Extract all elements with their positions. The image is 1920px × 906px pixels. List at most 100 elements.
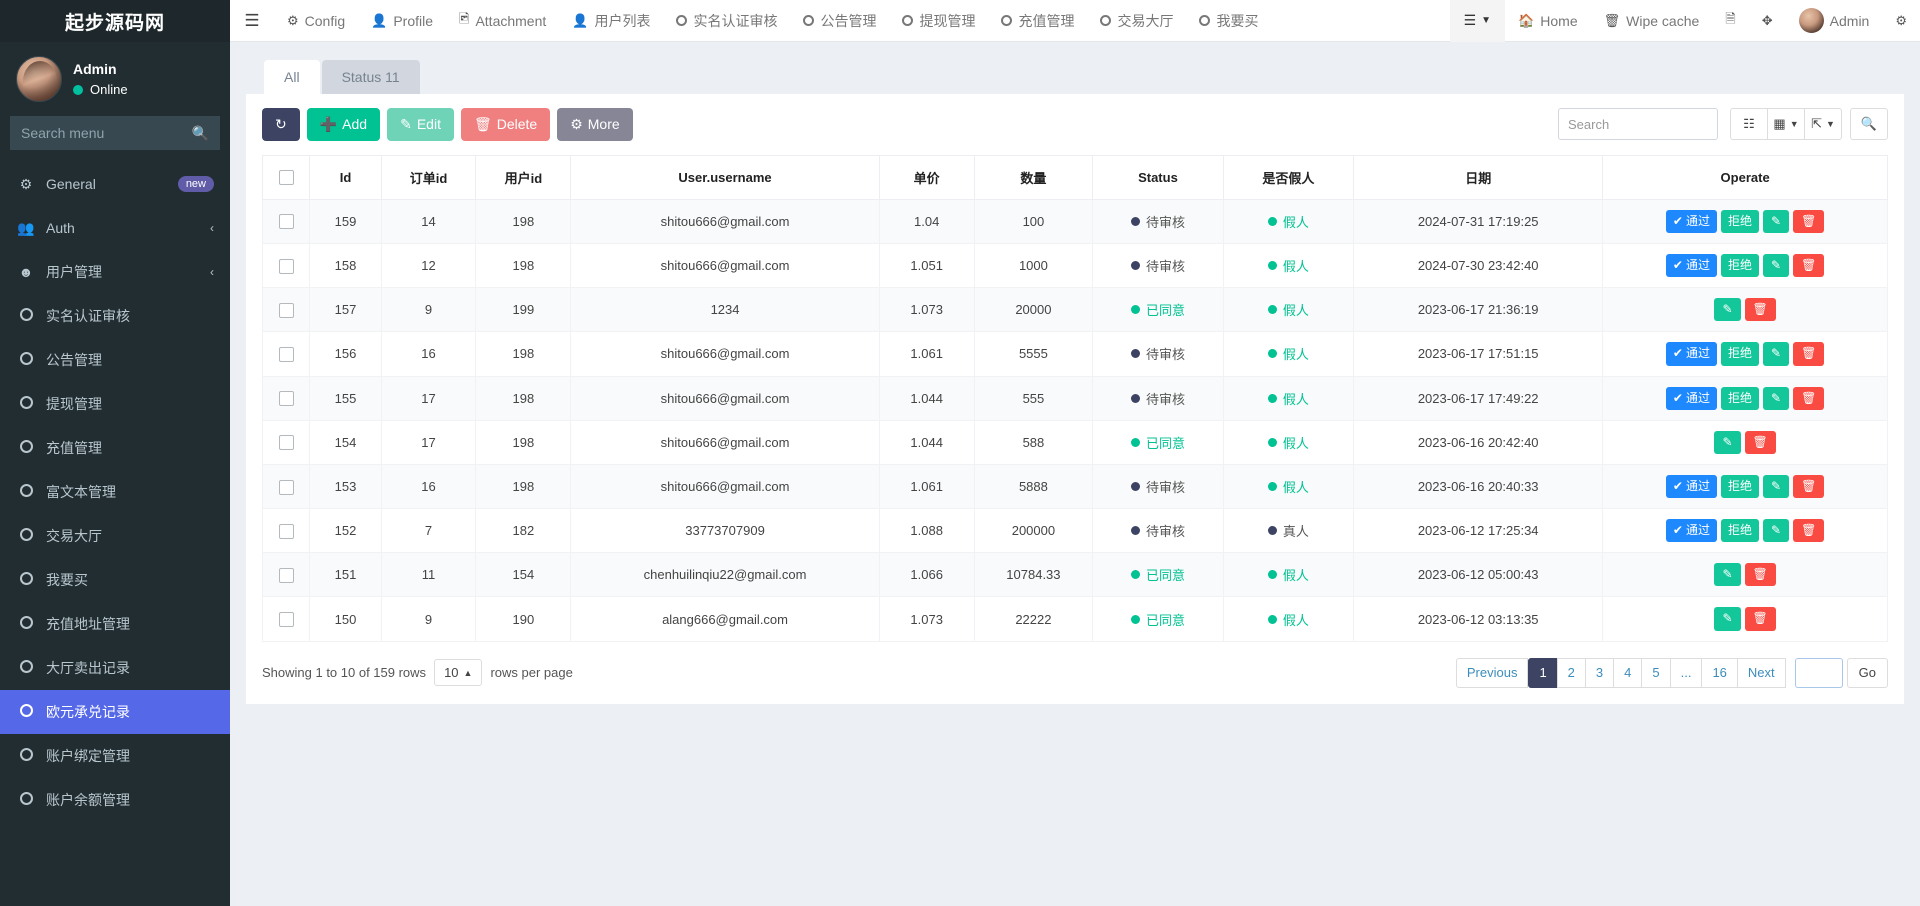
navbar-item-0[interactable]: ⚙Config: [274, 0, 358, 42]
table-row[interactable]: 15417198shitou666@gmail.com1.044588已同意假人…: [263, 420, 1888, 464]
pagination-page-...[interactable]: ...: [1670, 658, 1703, 688]
row-delete-button[interactable]: 🗑: [1745, 298, 1776, 321]
table-row[interactable]: 1509190alang666@gmail.com1.07322222已同意假人…: [263, 597, 1888, 641]
row-delete-button[interactable]: 🗑: [1793, 210, 1824, 233]
sidebar-item-9[interactable]: 我要买: [0, 558, 230, 602]
tab-0[interactable]: All: [264, 60, 320, 94]
go-page-input[interactable]: [1795, 658, 1843, 688]
navbar-item-1[interactable]: 👤Profile: [358, 0, 446, 42]
column-header-5[interactable]: 数量: [974, 155, 1093, 199]
row-checkbox[interactable]: [279, 480, 294, 495]
sidebar-search[interactable]: 🔍: [10, 116, 220, 150]
add-button[interactable]: ➕ Add: [307, 108, 380, 141]
row-checkbox[interactable]: [279, 568, 294, 583]
column-header-1[interactable]: 订单id: [381, 155, 476, 199]
navbar-expand-button[interactable]: ✥: [1749, 0, 1786, 42]
row-delete-button[interactable]: 🗑: [1793, 342, 1824, 365]
tab-1[interactable]: Status 11: [322, 60, 420, 94]
pagination-page-1[interactable]: 1: [1528, 658, 1557, 688]
navbar-item-7[interactable]: 充值管理: [988, 0, 1087, 42]
approve-button[interactable]: ✔通过: [1666, 475, 1717, 498]
navbar-item-2[interactable]: 🖻Attachment: [446, 0, 559, 42]
row-delete-button[interactable]: 🗑: [1793, 519, 1824, 542]
navbar-item-8[interactable]: 交易大厅: [1087, 0, 1186, 42]
row-delete-button[interactable]: 🗑: [1793, 387, 1824, 410]
row-checkbox[interactable]: [279, 214, 294, 229]
reject-button[interactable]: 拒绝: [1721, 210, 1759, 233]
table-row[interactable]: 15316198shitou666@gmail.com1.0615888待审核假…: [263, 464, 1888, 508]
sidebar-item-3[interactable]: 实名认证审核: [0, 294, 230, 338]
pagination-next[interactable]: Next: [1737, 658, 1786, 688]
navbar-right-item-1[interactable]: 🗑Wipe cache: [1591, 0, 1713, 42]
pagination-page-3[interactable]: 3: [1585, 658, 1614, 688]
row-edit-button[interactable]: ✎: [1714, 431, 1740, 454]
row-edit-button[interactable]: ✎: [1763, 342, 1789, 365]
pagination-page-5[interactable]: 5: [1641, 658, 1670, 688]
refresh-button[interactable]: ↻: [262, 108, 300, 141]
delete-button[interactable]: 🗑 Delete: [461, 108, 550, 141]
sidebar-item-12[interactable]: 欧元承兑记录: [0, 690, 230, 734]
row-delete-button[interactable]: 🗑: [1745, 431, 1776, 454]
column-header-0[interactable]: Id: [310, 155, 381, 199]
approve-button[interactable]: ✔通过: [1666, 387, 1717, 410]
approve-button[interactable]: ✔通过: [1666, 254, 1717, 277]
row-edit-button[interactable]: ✎: [1763, 475, 1789, 498]
navbar-admin-menu[interactable]: Admin: [1786, 0, 1883, 42]
reject-button[interactable]: 拒绝: [1721, 475, 1759, 498]
sidebar-item-0[interactable]: ⚙Generalnew: [0, 162, 230, 206]
row-edit-button[interactable]: ✎: [1763, 254, 1789, 277]
column-header-8[interactable]: 日期: [1354, 155, 1603, 199]
go-button[interactable]: Go: [1847, 658, 1888, 688]
row-checkbox[interactable]: [279, 524, 294, 539]
column-header-7[interactable]: 是否假人: [1223, 155, 1353, 199]
edit-button[interactable]: ✎ Edit: [387, 108, 454, 141]
navbar-item-4[interactable]: 实名认证审核: [663, 0, 790, 42]
row-edit-button[interactable]: ✎: [1714, 563, 1740, 586]
column-header-9[interactable]: Operate: [1603, 155, 1888, 199]
navbar-item-9[interactable]: 我要买: [1186, 0, 1271, 42]
row-checkbox[interactable]: [279, 259, 294, 274]
table-row[interactable]: 157919912341.07320000已同意假人2023-06-17 21:…: [263, 288, 1888, 332]
table-row[interactable]: 15111154chenhuilinqiu22@gmail.com1.06610…: [263, 553, 1888, 597]
reject-button[interactable]: 拒绝: [1721, 519, 1759, 542]
reject-button[interactable]: 拒绝: [1721, 254, 1759, 277]
search-submit-button[interactable]: 🔍: [1850, 108, 1888, 140]
sidebar-item-6[interactable]: 充值管理: [0, 426, 230, 470]
row-edit-button[interactable]: ✎: [1714, 298, 1740, 321]
row-edit-button[interactable]: ✎: [1763, 519, 1789, 542]
reject-button[interactable]: 拒绝: [1721, 342, 1759, 365]
column-header-4[interactable]: 单价: [879, 155, 974, 199]
rows-per-page-select[interactable]: 10 ▲: [434, 659, 482, 686]
sidebar-item-2[interactable]: ☻用户管理‹: [0, 250, 230, 294]
row-delete-button[interactable]: 🗑: [1793, 254, 1824, 277]
navbar-item-3[interactable]: 👤用户列表: [559, 0, 663, 42]
row-checkbox[interactable]: [279, 612, 294, 627]
pagination-page-4[interactable]: 4: [1613, 658, 1642, 688]
list-view-button[interactable]: ☷: [1730, 108, 1768, 140]
sidebar-item-7[interactable]: 富文本管理: [0, 470, 230, 514]
sidebar-item-10[interactable]: 充值地址管理: [0, 602, 230, 646]
navbar-right-item-0[interactable]: 🏠Home: [1505, 0, 1591, 42]
navbar-doc-button[interactable]: 🗎: [1712, 0, 1748, 42]
search-input[interactable]: [1558, 108, 1718, 140]
sidebar-item-5[interactable]: 提现管理: [0, 382, 230, 426]
table-row[interactable]: 15914198shitou666@gmail.com1.04100待审核假人2…: [263, 199, 1888, 243]
pagination-page-16[interactable]: 16: [1701, 658, 1737, 688]
navbar-item-6[interactable]: 提现管理: [889, 0, 988, 42]
row-checkbox[interactable]: [279, 435, 294, 450]
row-delete-button[interactable]: 🗑: [1745, 563, 1776, 586]
table-row[interactable]: 1527182337737079091.088200000待审核真人2023-0…: [263, 509, 1888, 553]
approve-button[interactable]: ✔通过: [1666, 519, 1717, 542]
navbar-item-5[interactable]: 公告管理: [790, 0, 889, 42]
table-row[interactable]: 15517198shitou666@gmail.com1.044555待审核假人…: [263, 376, 1888, 420]
row-edit-button[interactable]: ✎: [1763, 210, 1789, 233]
sidebar-item-11[interactable]: 大厅卖出记录: [0, 646, 230, 690]
sidebar-item-1[interactable]: 👥Auth‹: [0, 206, 230, 250]
pagination-previous[interactable]: Previous: [1456, 658, 1529, 688]
more-button[interactable]: ⚙ More: [557, 108, 632, 141]
row-edit-button[interactable]: ✎: [1714, 607, 1740, 630]
approve-button[interactable]: ✔通过: [1666, 342, 1717, 365]
export-button[interactable]: ⇱ ▼: [1804, 108, 1842, 140]
search-menu-input[interactable]: [21, 125, 181, 141]
table-row[interactable]: 15616198shitou666@gmail.com1.0615555待审核假…: [263, 332, 1888, 376]
